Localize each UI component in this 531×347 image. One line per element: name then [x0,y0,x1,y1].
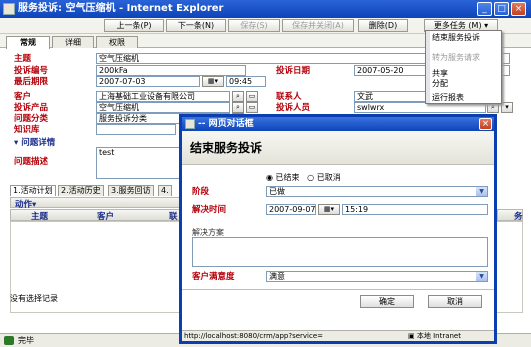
resolve-time-label: 解决时间 [192,205,227,215]
customer-input[interactable]: 上海基础工业设备有限公司 [96,91,230,102]
product-input[interactable]: 空气压缩机 [96,102,230,113]
menu-end-complaint[interactable]: 结束服务投诉 [432,33,500,42]
tab-permission[interactable]: 权限 [96,36,138,48]
deadline-date-input[interactable]: 2007-07-03 [96,76,200,87]
calendar-icon[interactable]: ▦▾ [202,76,224,87]
deadline-time-input[interactable]: 09:45 [226,76,266,87]
status-radio-group: ◉ 已结束 ○ 已取消 [266,173,341,183]
product-label: 投诉产品 [14,103,49,113]
date-label: 投诉日期 [276,66,311,76]
tab-general[interactable]: 常规 [6,36,50,49]
menu-assign[interactable]: 分配 [432,79,448,88]
next-record-button[interactable]: 下一条(N) [166,19,226,32]
save-button[interactable]: 保存(S) [228,19,280,32]
menu-run-report[interactable]: 运行报表 [432,93,464,102]
number-label: 投诉编号 [14,66,49,76]
grid-empty-message: 没有选择记录 [10,294,58,303]
prev-record-button[interactable]: 上一条(P) [104,19,164,32]
end-complaint-dialog: -- 网页对话框 × 结束服务投诉 ◉ 已结束 ○ 已取消 阶段 已做 ▼ 解决… [179,114,497,344]
page-status-icon [4,336,14,345]
maximize-button[interactable]: □ [494,2,509,16]
description-label: 问题描述 [14,157,49,167]
product-lookup-icon[interactable]: ⌕ [232,102,244,113]
menu-convert-request[interactable]: 转为服务请求 [432,53,500,62]
resolve-date-input[interactable]: 2007-09-07 [266,204,316,215]
more-tasks-menu: 结束服务投诉 转为服务请求 共享 分配 运行报表 [425,30,502,104]
stage-dropdown-icon: ▼ [476,187,487,196]
stage-label: 阶段 [192,187,210,197]
customer-open-icon[interactable]: ▭ [246,91,258,102]
dialog-title-bar: -- 网页对话框 [182,117,494,131]
tab-detail[interactable]: 详细 [52,36,94,48]
customer-label: 客户 [14,92,32,102]
satisfaction-select[interactable]: 满意 ▼ [266,271,488,282]
intranet-zone: ▣ 本地 Intranet [408,332,461,340]
description-textarea[interactable]: test [96,147,182,179]
dialog-page-icon [185,119,195,129]
kb-input[interactable] [96,124,176,135]
dialog-status-url: http://localhost:8080/crm/app?service= [184,332,324,340]
grid-header-right: 务 [497,209,523,222]
dialog-close-button[interactable]: × [479,118,492,130]
stage-select[interactable]: 已做 ▼ [266,186,488,197]
menu-share[interactable]: 共享 [432,69,448,78]
window-title-bar: 服务投诉: 空气压缩机 - Internet Explorer [0,0,531,18]
grid-action-bar: 动作▾ [10,197,180,210]
window-close-button[interactable]: × [511,2,526,16]
category-label: 问题分类 [14,114,49,124]
agent-dropdown-icon[interactable]: ▾ [501,102,513,113]
contact-label: 联系人 [276,92,302,102]
deadline-label: 最后期限 [14,77,49,87]
delete-button[interactable]: 删除(D) [358,19,408,32]
dialog-ok-button[interactable]: 确定 [360,295,414,308]
dialog-calendar-icon[interactable]: ▦▾ [318,204,340,215]
product-open-icon[interactable]: ▭ [246,102,258,113]
tab-activity-history[interactable]: 2.活动历史 [58,185,104,196]
grid-header: 主题 客户 联 [10,209,180,222]
subject-label: 主题 [14,54,32,64]
agent-label: 投诉人员 [276,103,311,113]
kb-label: 知识库 [14,125,40,135]
dialog-status-bar: http://localhost:8080/crm/app?service= ▣… [182,330,494,341]
radio-cancel[interactable]: ○ 已取消 [307,173,341,182]
satisfaction-dropdown-icon: ▼ [476,272,487,281]
save-close-button[interactable]: 保存并关闭(A) [282,19,354,32]
dialog-heading: 结束服务投诉 [182,131,494,165]
tab-service-visit[interactable]: 3.服务回访 [108,185,154,196]
tab-more[interactable]: 4. [158,185,172,196]
radio-done[interactable]: ◉ 已结束 [266,173,300,182]
detail-section-toggle[interactable]: ▾ 问题详情 [14,136,55,148]
dialog-cancel-button[interactable]: 取消 [428,295,482,308]
tab-activity-plan[interactable]: 1.活动计划 [10,185,56,196]
minimize-button[interactable]: _ [477,2,492,16]
ie-app-icon [3,3,15,15]
resolve-time-input[interactable]: 15:19 [342,204,488,215]
solution-textarea[interactable] [192,237,488,267]
customer-lookup-icon[interactable]: ⌕ [232,91,244,102]
number-input[interactable]: 200kFa [96,65,246,76]
satisfaction-label: 客户满意度 [192,272,235,282]
